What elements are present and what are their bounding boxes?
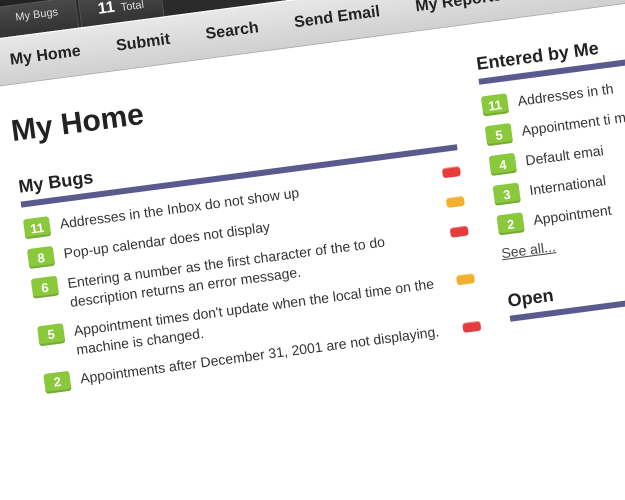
nav-search[interactable]: Search bbox=[205, 19, 260, 44]
bug-id-badge: 5 bbox=[485, 123, 513, 146]
bug-id-badge: 8 bbox=[27, 246, 55, 269]
bug-id-badge: 4 bbox=[489, 153, 517, 176]
bug-id-badge: 11 bbox=[481, 93, 509, 116]
severity-icon bbox=[450, 226, 469, 238]
tab-total-label: Total bbox=[120, 0, 145, 14]
bug-id-badge: 3 bbox=[493, 183, 521, 206]
tab-my-bugs-label: My Bugs bbox=[15, 6, 59, 23]
tab-total-num: 11 bbox=[97, 0, 116, 19]
bug-id-badge: 5 bbox=[37, 323, 65, 346]
severity-icon bbox=[442, 166, 461, 178]
nav-my-reports[interactable]: My Reports ⌄ bbox=[414, 0, 519, 16]
nav-submit[interactable]: Submit bbox=[115, 31, 171, 56]
nav-my-reports-label: My Reports bbox=[414, 0, 503, 15]
nav-send-email[interactable]: Send Email bbox=[293, 3, 381, 32]
bug-id-badge: 2 bbox=[496, 212, 524, 235]
severity-icon bbox=[446, 196, 465, 208]
severity-icon bbox=[462, 320, 481, 332]
bug-id-badge: 11 bbox=[23, 216, 51, 239]
severity-icon bbox=[456, 273, 475, 285]
nav-my-home[interactable]: My Home bbox=[9, 43, 82, 70]
bug-id-badge: 2 bbox=[43, 370, 71, 393]
bug-id-badge: 6 bbox=[31, 276, 59, 299]
